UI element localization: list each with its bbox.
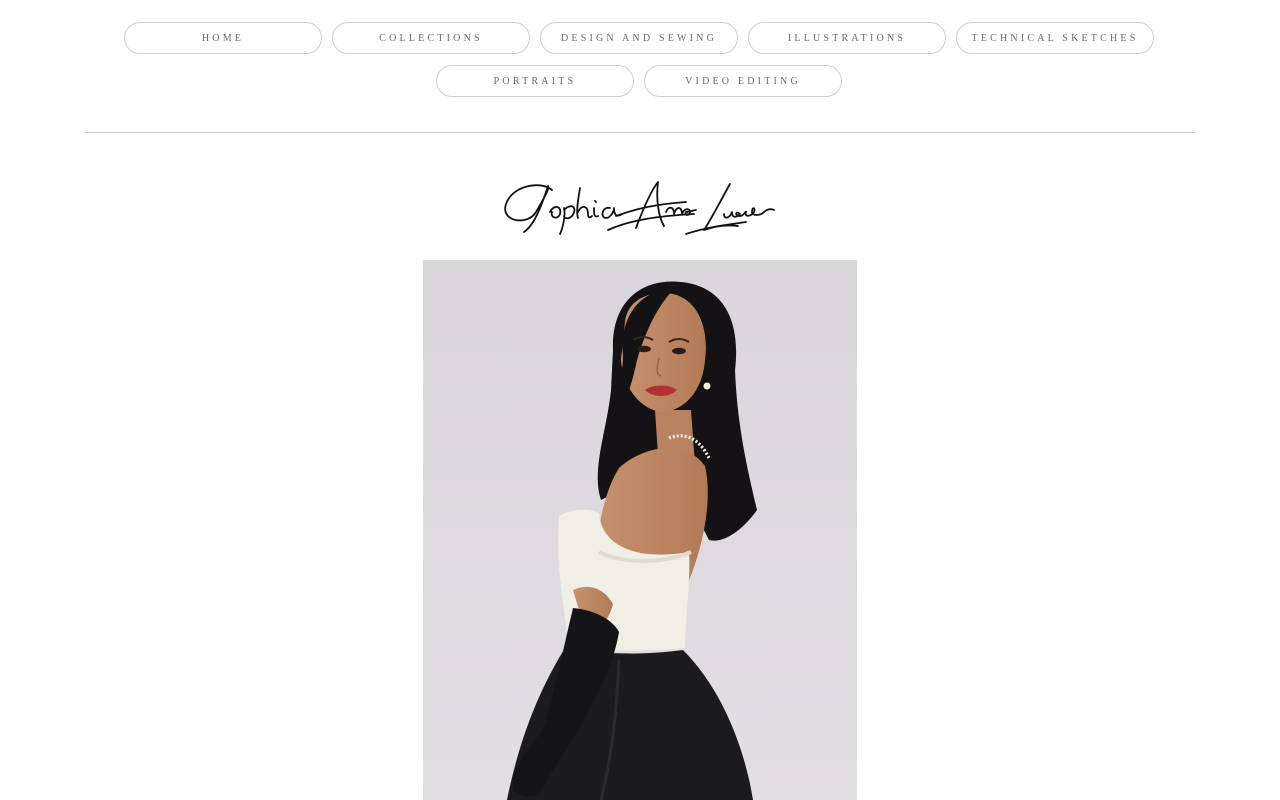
nav-illustrations[interactable]: ILLUSTRATIONS xyxy=(748,22,946,54)
portrait-photo[interactable] xyxy=(423,260,857,800)
nav-design-and-sewing[interactable]: DESIGN AND SEWING xyxy=(540,22,738,54)
nav-technical-sketches-label: TECHNICAL SKETCHES xyxy=(971,32,1139,44)
nav-portraits[interactable]: PORTRAITS xyxy=(436,65,634,97)
nav-collections[interactable]: COLLECTIONS xyxy=(332,22,530,54)
signature-logo[interactable] xyxy=(490,168,790,248)
nav-home-label: HOME xyxy=(201,32,245,44)
nav-video-editing-label: VIDEO EDITING xyxy=(685,75,801,87)
nav-video-editing[interactable]: VIDEO EDITING xyxy=(644,65,842,97)
nav-portraits-label: PORTRAITS xyxy=(493,75,577,87)
nav-collections-label: COLLECTIONS xyxy=(379,32,483,44)
nav-technical-sketches[interactable]: TECHNICAL SKETCHES xyxy=(956,22,1154,54)
portrait-photo-graphic xyxy=(423,260,857,800)
nav-home[interactable]: HOME xyxy=(124,22,322,54)
signature-logo-graphic xyxy=(504,181,775,235)
nav-design-and-sewing-label: DESIGN AND SEWING xyxy=(560,32,718,44)
header-divider xyxy=(85,132,1195,133)
nav-illustrations-label: ILLUSTRATIONS xyxy=(787,32,907,44)
